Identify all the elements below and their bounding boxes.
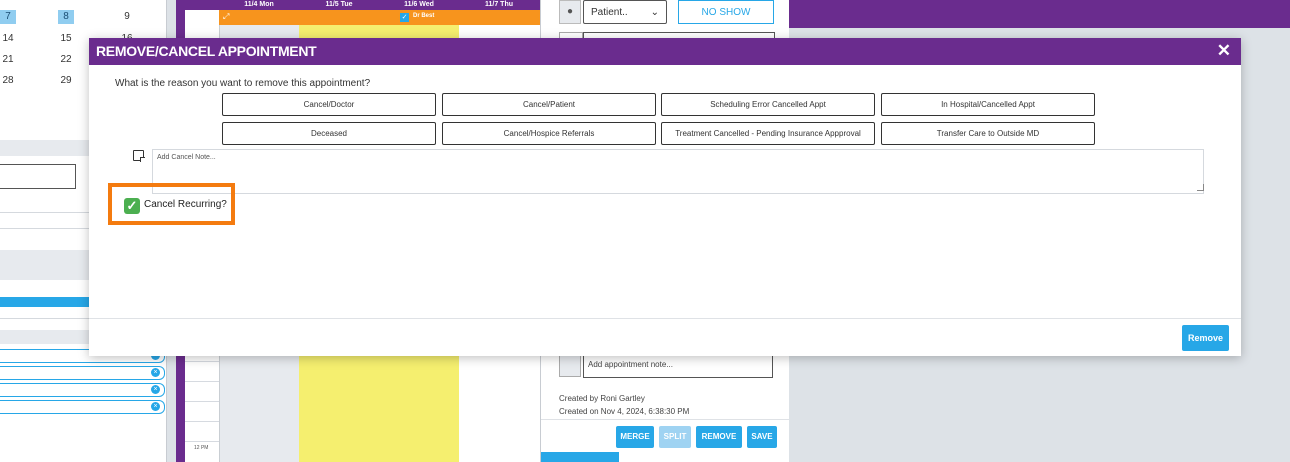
- day-header[interactable]: 11/7 Thu: [459, 0, 539, 10]
- calendar-day[interactable]: 7: [0, 10, 16, 24]
- remove-pill-icon[interactable]: ×: [151, 368, 160, 377]
- scheduler-header: 11/4 Mon 11/5 Tue 11/6 Wed 11/7 Thu: [185, 0, 540, 10]
- time-label: 12 PM: [194, 445, 209, 451]
- day-header[interactable]: 11/5 Tue: [299, 0, 379, 10]
- remove-appointment-button[interactable]: REMOVE: [696, 426, 742, 448]
- remove-cancel-modal: REMOVE/CANCEL APPOINTMENT ✕ What is the …: [89, 38, 1241, 356]
- reason-transfer-care[interactable]: Transfer Care to Outside MD: [881, 122, 1095, 145]
- appointment-note-placeholder: Add appointment note...: [588, 360, 673, 369]
- reason-treatment-cancelled[interactable]: Treatment Cancelled - Pending Insurance …: [661, 122, 875, 145]
- filter-input[interactable]: [0, 164, 76, 189]
- chevron-down-icon: ⌄: [650, 7, 659, 18]
- remove-pill-icon[interactable]: ×: [151, 402, 160, 411]
- provider-pill[interactable]: ×: [0, 400, 165, 414]
- note-icon: [559, 355, 581, 377]
- remove-pill-icon[interactable]: ×: [151, 385, 160, 394]
- provider-pill[interactable]: ×: [0, 366, 165, 380]
- note-icon: [133, 150, 145, 162]
- merge-button[interactable]: MERGE: [616, 426, 654, 448]
- appointment-note-input[interactable]: Add appointment note...: [583, 355, 773, 378]
- created-on: Created on Nov 4, 2024, 6:38:30 PM: [559, 407, 690, 416]
- split-button[interactable]: SPLIT: [659, 426, 691, 448]
- patient-select-value: Patient..: [591, 7, 628, 18]
- save-button[interactable]: SAVE: [747, 426, 777, 448]
- all-day-event-bar[interactable]: ⤢ ✓ Dr Best: [219, 10, 540, 25]
- header-bar: [788, 0, 1290, 28]
- created-by: Created by Roni Gartley: [559, 394, 645, 403]
- resize-handle-icon[interactable]: [1197, 184, 1204, 191]
- calendar-day[interactable]: 14: [0, 32, 16, 46]
- calendar-day[interactable]: 22: [58, 53, 74, 67]
- expand-icon[interactable]: ⤢: [223, 12, 229, 22]
- reason-in-hospital[interactable]: In Hospital/Cancelled Appt: [881, 93, 1095, 116]
- calendar-day[interactable]: 29: [58, 74, 74, 88]
- calendar-day[interactable]: 28: [0, 74, 16, 88]
- reason-cancel-doctor[interactable]: Cancel/Doctor: [222, 93, 436, 116]
- modal-title: REMOVE/CANCEL APPOINTMENT: [96, 43, 317, 59]
- event-label[interactable]: Dr Best: [413, 13, 434, 19]
- reason-deceased[interactable]: Deceased: [222, 122, 436, 145]
- calendar-day[interactable]: 9: [119, 10, 135, 24]
- check-icon: ✓: [400, 13, 409, 22]
- panel-footer-strip: [541, 452, 619, 462]
- close-icon[interactable]: ✕: [1217, 41, 1231, 61]
- reason-question: What is the reason you want to remove th…: [115, 78, 371, 89]
- day-header[interactable]: 11/6 Wed: [379, 0, 459, 10]
- reason-scheduling-error[interactable]: Scheduling Error Cancelled Appt: [661, 93, 875, 116]
- patient-select[interactable]: Patient.. ⌄: [583, 0, 667, 24]
- cancel-recurring-label[interactable]: Cancel Recurring?: [144, 199, 227, 210]
- provider-pill[interactable]: ×: [0, 383, 165, 397]
- person-icon: ●: [559, 0, 581, 24]
- calendar-day[interactable]: 21: [0, 53, 16, 67]
- calendar-day[interactable]: 15: [58, 32, 74, 46]
- reason-cancel-patient[interactable]: Cancel/Patient: [442, 93, 656, 116]
- remove-button[interactable]: Remove: [1182, 325, 1229, 351]
- day-header[interactable]: 11/4 Mon: [219, 0, 299, 10]
- modal-header: REMOVE/CANCEL APPOINTMENT ✕: [89, 38, 1241, 65]
- reason-hospice-referrals[interactable]: Cancel/Hospice Referrals: [442, 122, 656, 145]
- cancel-recurring-checkbox[interactable]: ✓: [124, 198, 140, 214]
- divider: [541, 419, 789, 420]
- calendar-day[interactable]: 8: [58, 10, 74, 24]
- modal-footer-divider: [89, 318, 1241, 319]
- cancel-note-input[interactable]: [152, 149, 1204, 194]
- no-show-button[interactable]: NO SHOW: [678, 0, 774, 24]
